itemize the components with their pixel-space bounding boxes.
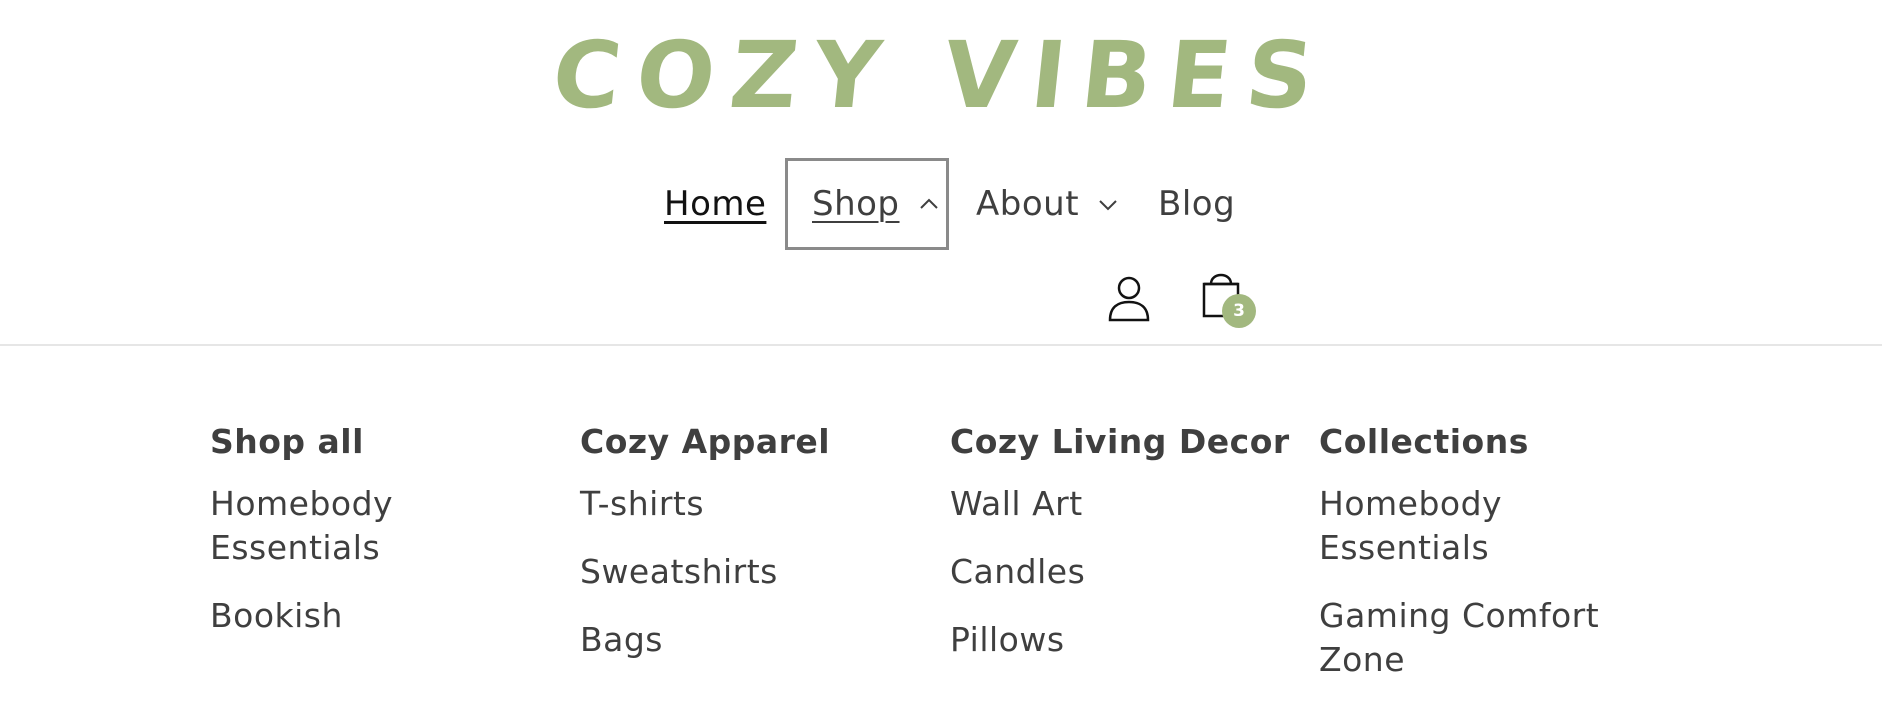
site-header: COZY VIBES Home Shop About Blog 3 [0, 0, 1882, 346]
menu-link-candles[interactable]: Candles [950, 550, 1290, 594]
nav-item-label: Shop [812, 184, 900, 224]
header-icons: 3 [0, 262, 1882, 332]
logo[interactable]: COZY VIBES [0, 22, 1882, 129]
chevron-down-icon [1097, 193, 1119, 215]
menu-heading-collections[interactable]: Collections [1319, 420, 1659, 464]
menu-link-homebody-essentials[interactable]: Homebody Essentials [210, 482, 550, 570]
menu-link-homebody-essentials[interactable]: Homebody Essentials [1319, 482, 1659, 570]
menu-link-bookish[interactable]: Bookish [210, 594, 550, 638]
menu-link-bags[interactable]: Bags [580, 618, 920, 662]
cart-count-badge: 3 [1222, 294, 1256, 328]
cart-button[interactable]: 3 [1198, 266, 1258, 330]
nav-item-label: About [976, 184, 1080, 224]
menu-column-shop-all: Shop all Homebody Essentials Bookish [210, 420, 550, 662]
main-nav: Home Shop About Blog [0, 158, 1882, 250]
nav-item-about[interactable]: About [976, 158, 1119, 250]
menu-link-gaming-comfort-zone[interactable]: Gaming Comfort Zone [1319, 594, 1659, 682]
nav-item-shop[interactable]: Shop [785, 158, 949, 250]
menu-link-pillows[interactable]: Pillows [950, 618, 1290, 662]
nav-item-blog[interactable]: Blog [1158, 158, 1235, 250]
shop-mega-menu: Shop all Homebody Essentials Bookish Coz… [0, 420, 1882, 679]
menu-column-cozy-living-decor: Cozy Living Decor Wall Art Candles Pillo… [950, 420, 1290, 686]
menu-link-sweatshirts[interactable]: Sweatshirts [580, 550, 920, 594]
nav-item-label: Blog [1158, 184, 1236, 224]
nav-item-label: Home [664, 184, 767, 224]
account-icon[interactable] [1106, 274, 1152, 324]
menu-column-cozy-apparel: Cozy Apparel T-shirts Sweatshirts Bags [580, 420, 920, 686]
menu-heading-shop-all[interactable]: Shop all [210, 420, 550, 464]
menu-column-collections: Collections Homebody Essentials Gaming C… [1319, 420, 1659, 706]
menu-link-wall-art[interactable]: Wall Art [950, 482, 1290, 526]
menu-heading-cozy-apparel[interactable]: Cozy Apparel [580, 420, 920, 464]
menu-link-t-shirts[interactable]: T-shirts [580, 482, 920, 526]
menu-heading-cozy-living-decor[interactable]: Cozy Living Decor [950, 420, 1290, 464]
chevron-up-icon [918, 193, 940, 215]
nav-item-home[interactable]: Home [664, 158, 766, 250]
